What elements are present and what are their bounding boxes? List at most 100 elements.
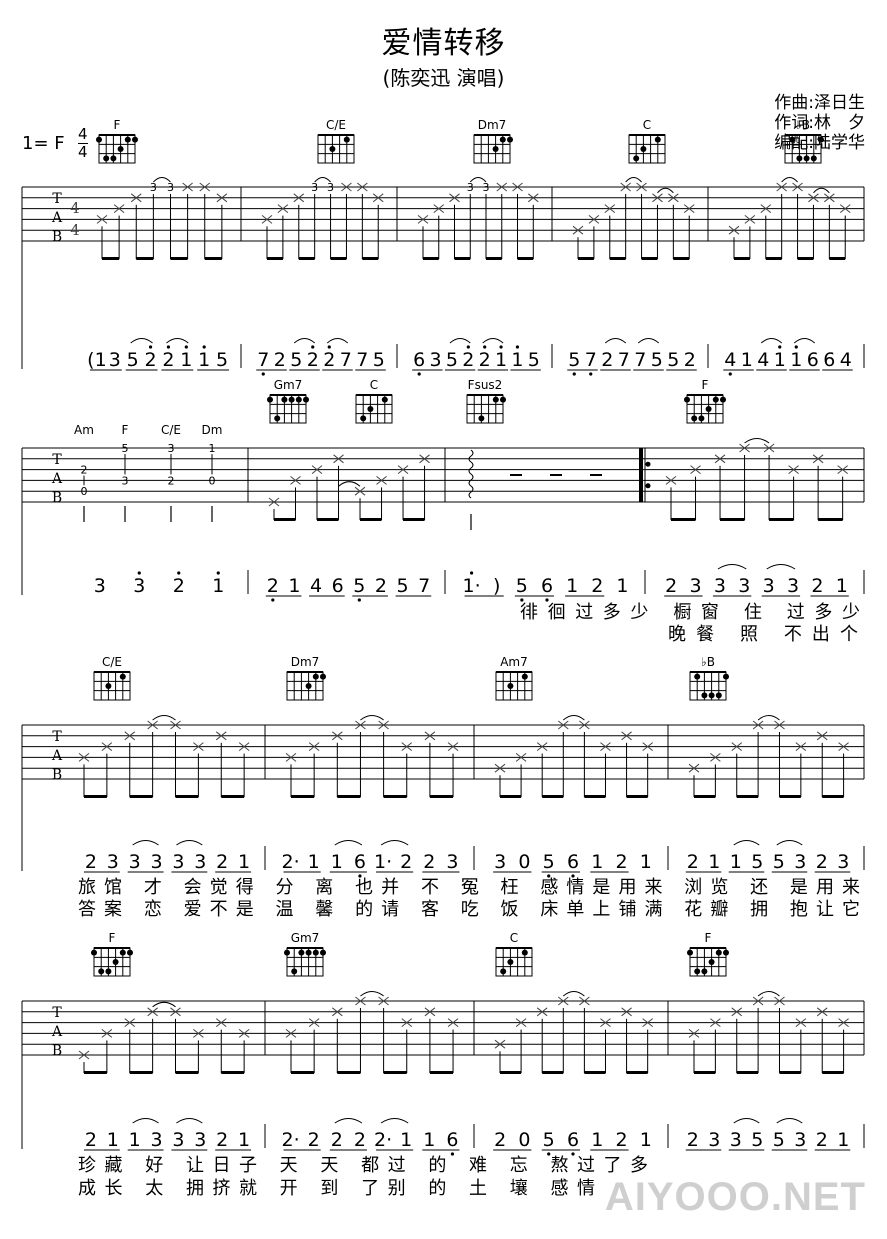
- eighth-beam: [362, 257, 379, 260]
- tab-label-a: A: [51, 1024, 63, 1040]
- eighth-beam: [818, 518, 843, 521]
- chord-name: C: [370, 378, 378, 392]
- chord-finger-dot: [708, 692, 715, 699]
- jianpu-note: 2: [400, 851, 412, 873]
- tab-label-b: B: [52, 229, 62, 245]
- chord-finger-dot: [684, 396, 690, 403]
- chord-finger-dot: [112, 959, 119, 965]
- eighth-beam: [291, 1071, 315, 1074]
- eighth-beam: [170, 257, 188, 260]
- tie-arc: [757, 991, 780, 997]
- jianpu-note: 2: [687, 851, 699, 873]
- chord-finger-dot: [312, 673, 319, 680]
- lyrics-line-1: 珍藏 好 让日子 天 天 都过 的 难 忘 熬过了多: [78, 1155, 648, 1176]
- eighth-beam: [765, 257, 782, 260]
- tab-label-a: A: [51, 471, 63, 487]
- jianpu-note: 2: [816, 851, 828, 873]
- chord-name: C/E: [102, 655, 122, 669]
- jianpu-note: 0: [518, 851, 530, 873]
- slur-arc: [166, 338, 189, 344]
- jianpu-note: 1: [180, 349, 192, 371]
- octave-dot-high: [778, 345, 782, 349]
- tab-fret-number: 2: [168, 474, 175, 487]
- eighth-beam: [298, 257, 315, 260]
- chord-finger-dot: [281, 396, 288, 403]
- jianpu-note: 2: [816, 1129, 828, 1151]
- jianpu-note: 2: [616, 1129, 628, 1151]
- jianpu-note: 3: [708, 1129, 720, 1151]
- octave-dot-high: [148, 345, 153, 349]
- tab-fret-number: 3: [327, 181, 334, 194]
- jianpu-note: 6: [332, 575, 344, 597]
- jianpu-note: 3: [787, 575, 799, 597]
- jianpu-note: 1: [129, 1129, 141, 1151]
- tab-label-a: A: [51, 748, 63, 764]
- jianpu-note: 5: [543, 851, 555, 873]
- jianpu-note: 6: [446, 1129, 458, 1151]
- jianpu-note: 3: [151, 851, 163, 873]
- jianpu-note: 5: [667, 349, 679, 371]
- slur-arc: [482, 338, 504, 344]
- jianpu-note: 6: [541, 575, 553, 597]
- jianpu-note: 2: [601, 349, 613, 371]
- jianpu-note: 6: [413, 349, 425, 371]
- jianpu-note: 6: [567, 851, 579, 873]
- eighth-beam: [175, 795, 199, 798]
- eighth-beam: [221, 1071, 245, 1074]
- jianpu-note: 3: [494, 851, 506, 873]
- watermark: AIYOOO.NET: [598, 1175, 872, 1220]
- jianpu-note: 5: [516, 575, 528, 597]
- slur-arc: [132, 840, 159, 846]
- lyrics-line-1: 徘徊过多少 橱窗 住 过多少: [520, 602, 860, 623]
- eighth-beam: [383, 1071, 407, 1074]
- eighth-beam: [500, 795, 522, 798]
- tab-time-bottom: 4: [70, 221, 80, 239]
- octave-dot-high: [202, 345, 206, 349]
- octave-dot-high: [311, 345, 315, 349]
- jianpu-note: 5: [216, 349, 228, 371]
- eighth-beam: [673, 257, 690, 260]
- tab-fret-number: 2: [81, 464, 88, 477]
- slur-arc: [604, 338, 627, 344]
- jianpu-note: 1: [640, 1129, 652, 1151]
- jianpu-note: 2: [423, 851, 435, 873]
- chord-finger-dot: [274, 415, 281, 422]
- chord-finger-dot: [507, 959, 514, 965]
- jianpu-note: 1·: [463, 575, 481, 597]
- chord-finger-dot: [723, 949, 729, 956]
- tab-label-t: T: [52, 191, 62, 207]
- tab-fret-number: 0: [209, 474, 216, 487]
- eighth-beam: [204, 257, 222, 260]
- chord-name: C: [510, 931, 518, 945]
- slur-arc: [132, 1118, 159, 1124]
- tie-arc: [781, 177, 798, 183]
- tie-arc: [338, 481, 361, 487]
- jianpu-note: 2: [216, 851, 228, 873]
- octave-dot-high: [466, 345, 470, 349]
- chord-finger-dot: [715, 692, 722, 699]
- jianpu-note: 2: [308, 1129, 320, 1151]
- octave-dot-high: [137, 571, 141, 575]
- tab-label-b: B: [52, 767, 62, 783]
- slur-arc: [130, 338, 153, 344]
- jianpu-note: 5: [568, 349, 580, 371]
- tie-arc: [657, 187, 674, 194]
- eighth-beam: [136, 257, 154, 260]
- jianpu-note: 6: [807, 349, 819, 371]
- eighth-beam: [267, 257, 283, 260]
- jianpu-note: 2: [274, 349, 286, 371]
- chord-finger-dot: [110, 155, 117, 162]
- chord-finger-dot: [103, 155, 110, 162]
- jianpu-note: 6: [354, 851, 366, 873]
- jianpu-note: 3: [794, 1129, 806, 1151]
- jianpu-note: 2: [684, 349, 696, 371]
- tie-arc: [360, 991, 384, 997]
- jianpu-note: 0: [518, 1129, 530, 1151]
- jianpu-note: 1: [495, 349, 507, 371]
- jianpu-note: 1: [288, 575, 300, 597]
- tab-fret-number: 3: [167, 181, 174, 194]
- jianpu-note: 1: [566, 575, 578, 597]
- chord-name: Gm7: [274, 378, 303, 392]
- jianpu-note: 2: [331, 1129, 343, 1151]
- slur-arc: [776, 1118, 803, 1124]
